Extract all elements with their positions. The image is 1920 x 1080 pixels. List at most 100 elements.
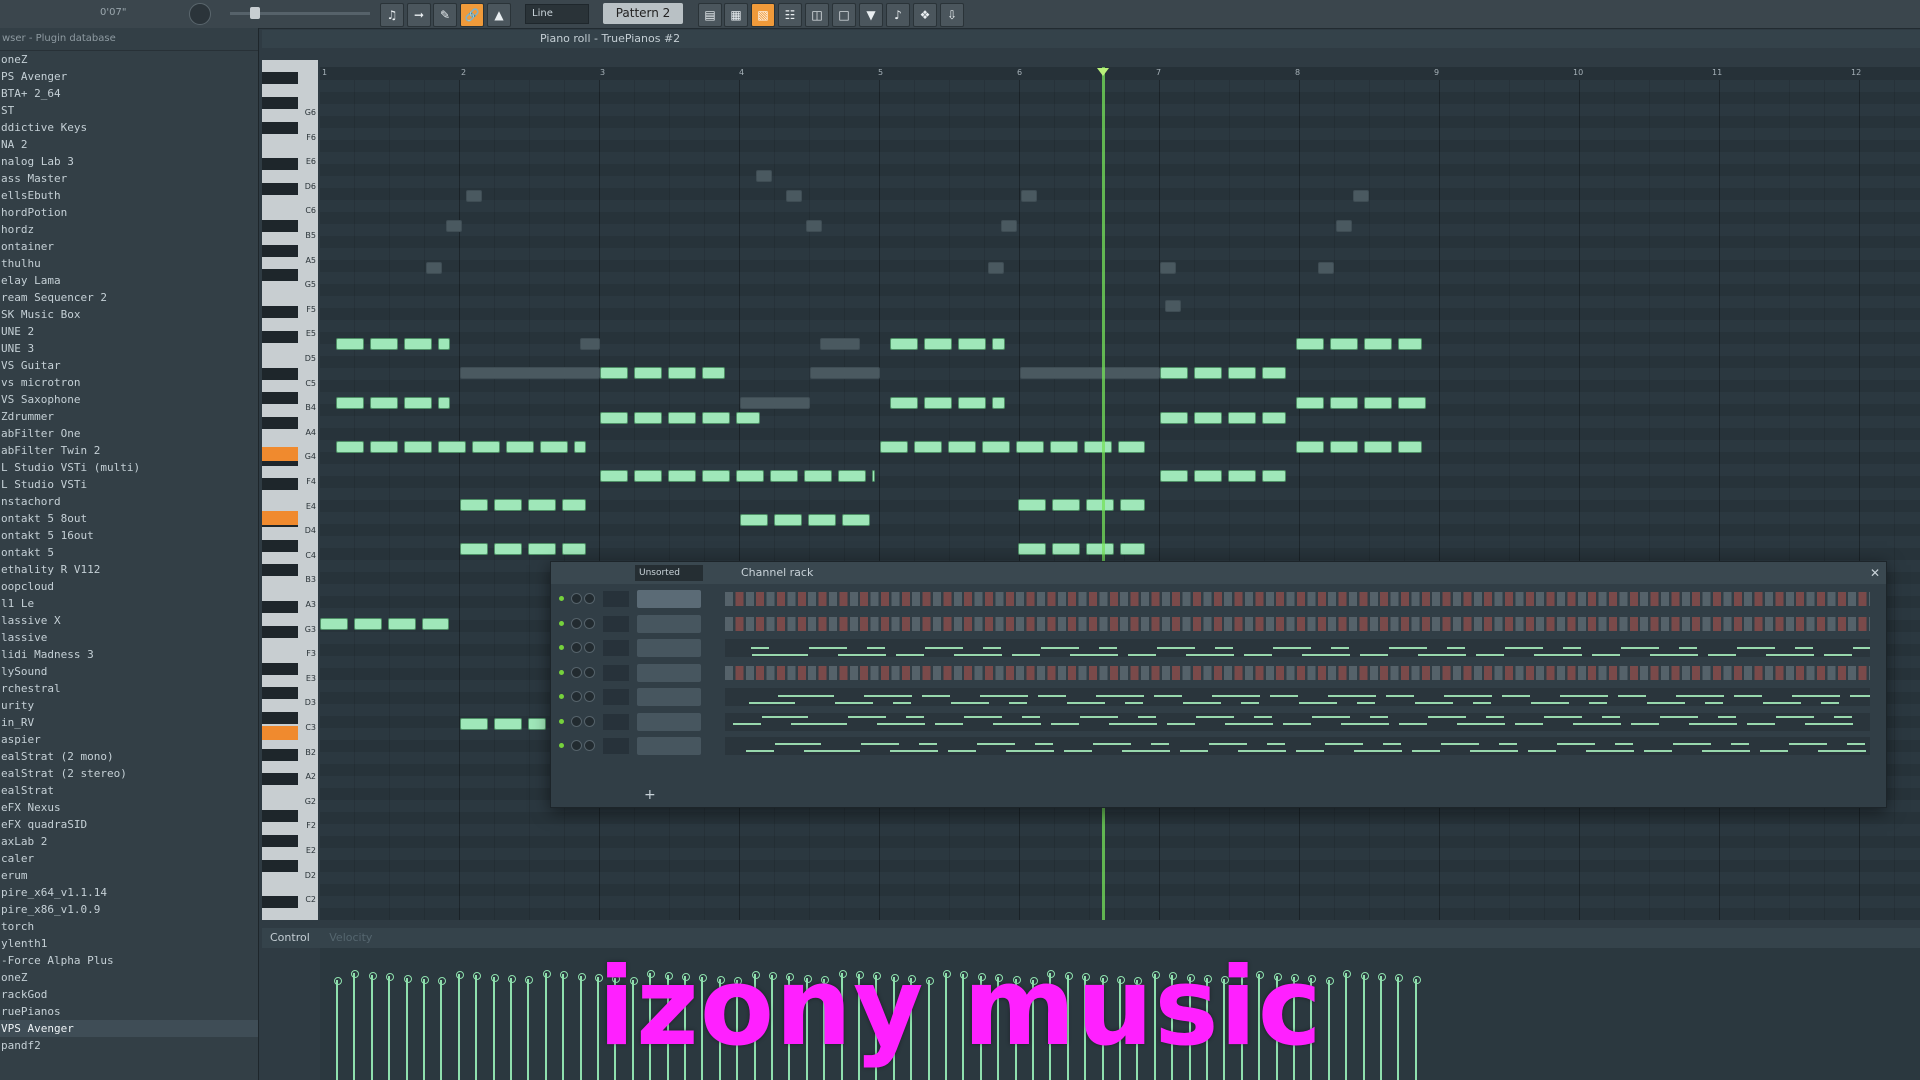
note[interactable] — [438, 338, 450, 350]
plugin-item[interactable]: ontakt 5 8out — [0, 510, 258, 527]
plugin-item[interactable]: urity — [0, 697, 258, 714]
note[interactable] — [804, 470, 832, 482]
master-volume-knob[interactable] — [189, 3, 211, 25]
mixer-track[interactable] — [603, 615, 629, 632]
note[interactable] — [1086, 499, 1114, 511]
velocity-bar[interactable] — [1395, 974, 1404, 1080]
note[interactable] — [890, 338, 918, 350]
channel-row[interactable] — [551, 711, 1886, 733]
note[interactable] — [404, 397, 432, 409]
plugin-item[interactable]: VS Saxophone — [0, 391, 258, 408]
ghost-note[interactable] — [1353, 190, 1369, 202]
ghost-note[interactable] — [756, 170, 772, 182]
plugin-item[interactable]: torch — [0, 918, 258, 935]
ghost-note[interactable] — [786, 190, 802, 202]
note[interactable] — [1296, 397, 1324, 409]
plugin-item[interactable]: ealStrat (2 mono) — [0, 748, 258, 765]
note[interactable] — [668, 367, 696, 379]
note[interactable] — [958, 338, 986, 350]
black-key[interactable] — [262, 158, 298, 171]
black-key[interactable] — [262, 96, 298, 109]
note[interactable] — [1364, 441, 1392, 453]
volume-knob[interactable] — [584, 642, 595, 653]
step-sequencer[interactable] — [725, 592, 1870, 606]
note[interactable] — [1160, 470, 1188, 482]
note[interactable] — [1364, 338, 1392, 350]
channel-rack-icon[interactable]: ◫ — [805, 3, 829, 27]
plugin-item[interactable]: oneZ — [0, 969, 258, 986]
black-key[interactable] — [262, 72, 298, 85]
channel-name-button[interactable] — [637, 737, 701, 755]
velocity-bar[interactable] — [508, 975, 516, 1080]
slider-thumb[interactable] — [250, 7, 260, 19]
velocity-bar[interactable] — [1343, 970, 1352, 1080]
note[interactable] — [842, 514, 870, 526]
plugin-item[interactable]: hordz — [0, 221, 258, 238]
note[interactable] — [1330, 397, 1358, 409]
note[interactable] — [388, 618, 416, 630]
note[interactable] — [736, 412, 760, 424]
pan-knob[interactable] — [571, 593, 582, 604]
plugin-item[interactable]: ST — [0, 102, 258, 119]
volume-knob[interactable] — [584, 715, 595, 727]
note[interactable] — [1398, 338, 1422, 350]
black-key[interactable] — [262, 773, 298, 786]
black-key[interactable] — [262, 564, 298, 577]
ghost-note[interactable] — [580, 338, 600, 350]
black-key[interactable] — [262, 392, 298, 405]
note[interactable] — [472, 441, 500, 453]
plugin-item[interactable]: SK Music Box — [0, 306, 258, 323]
plugin-item[interactable]: in_RV — [0, 714, 258, 731]
note[interactable] — [1364, 397, 1392, 409]
note[interactable] — [354, 618, 382, 630]
plugin-item[interactable]: l1 Le — [0, 595, 258, 612]
note[interactable] — [872, 470, 875, 482]
note[interactable] — [1330, 338, 1358, 350]
pianoroll-icon[interactable]: ▧ — [751, 3, 775, 27]
ghost-note[interactable] — [740, 397, 810, 409]
note[interactable] — [528, 718, 546, 730]
plugin-item[interactable]: ealStrat — [0, 782, 258, 799]
black-key[interactable] — [262, 601, 298, 614]
note[interactable] — [370, 338, 398, 350]
plugin-item[interactable]: eFX Nexus — [0, 799, 258, 816]
arrow-icon[interactable]: ➞ — [407, 3, 431, 27]
volume-knob[interactable] — [584, 691, 595, 702]
velocity-bar[interactable] — [334, 977, 342, 1080]
channel-mute-led[interactable] — [559, 718, 564, 724]
plugin-item[interactable]: ass Master — [0, 170, 258, 187]
note[interactable] — [320, 618, 348, 630]
pan-knob[interactable] — [571, 691, 582, 702]
note[interactable] — [774, 514, 802, 526]
velocity-bar[interactable] — [421, 976, 429, 1080]
note[interactable] — [702, 470, 730, 482]
plugin-item[interactable]: UNE 3 — [0, 340, 258, 357]
channel-row[interactable] — [551, 662, 1886, 684]
plugin-item[interactable]: ruePianos — [0, 1003, 258, 1020]
plugin-item[interactable]: ylenth1 — [0, 935, 258, 952]
mixer-track[interactable] — [603, 689, 629, 705]
black-key[interactable] — [262, 625, 298, 638]
channel-name-button[interactable] — [637, 614, 701, 633]
velocity-bar[interactable] — [473, 972, 482, 1080]
ghost-note[interactable] — [446, 220, 462, 232]
note[interactable] — [1052, 499, 1080, 511]
plugin-item[interactable]: ontainer — [0, 238, 258, 255]
note[interactable] — [562, 543, 586, 555]
channel-mute-led[interactable] — [559, 669, 564, 675]
note[interactable] — [336, 397, 364, 409]
note[interactable] — [982, 441, 1010, 453]
black-key[interactable] — [262, 662, 298, 675]
channel-mute-led[interactable] — [559, 694, 564, 699]
note[interactable] — [1194, 412, 1222, 424]
channel-name-button[interactable] — [637, 590, 701, 608]
velocity-bar[interactable] — [386, 973, 395, 1080]
channel-row[interactable] — [551, 735, 1886, 757]
note[interactable] — [924, 397, 952, 409]
note[interactable] — [528, 499, 556, 511]
black-key[interactable] — [262, 219, 298, 232]
plugin-item[interactable]: VS Guitar — [0, 357, 258, 374]
note[interactable] — [494, 499, 522, 511]
note[interactable] — [702, 367, 725, 379]
note[interactable] — [1018, 499, 1046, 511]
